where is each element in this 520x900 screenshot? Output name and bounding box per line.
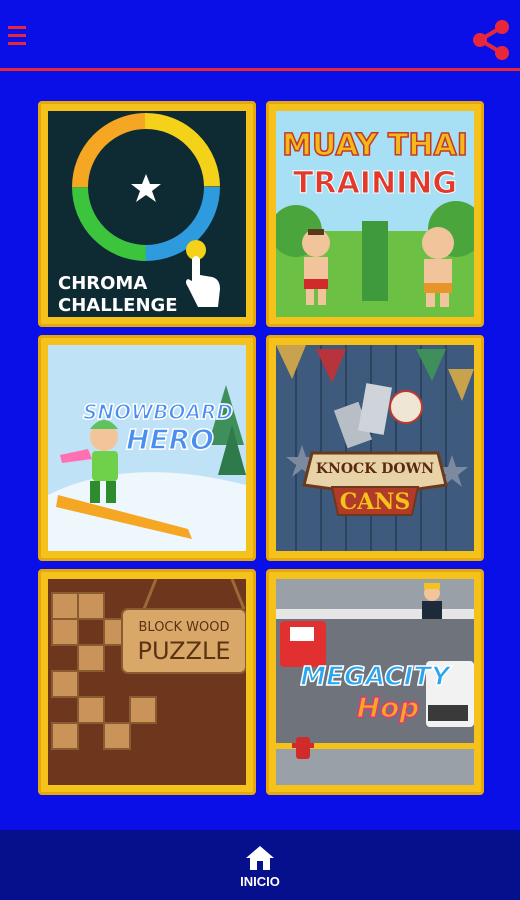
game-title-line2: HERO [126, 423, 214, 456]
game-thumbnail: MEGACITY Hop [276, 579, 474, 785]
game-thumbnail: CHROMA CHALLENGE [48, 111, 246, 317]
nav-home-button[interactable]: INICIO [210, 840, 310, 896]
game-title-line1: MEGACITY [300, 662, 453, 692]
nav-home-label: INICIO [240, 874, 280, 889]
game-tile-chroma-challenge[interactable]: CHROMA CHALLENGE [38, 101, 256, 327]
game-thumbnail: MUAY THAI TRAINING [276, 111, 474, 317]
status-bar [0, 0, 520, 8]
game-tile-block-wood-puzzle[interactable]: BLOCK WOOD PUZZLE [38, 569, 256, 795]
game-thumbnail: BLOCK WOOD PUZZLE [48, 579, 246, 785]
game-thumbnail: KNOCK DOWN CANS [276, 345, 474, 551]
game-title-line1: CHROMA [58, 273, 147, 294]
game-title-line2: CHALLENGE [58, 295, 178, 316]
game-title-line2: CANS [340, 489, 411, 515]
game-title-line2: TRAINING [293, 166, 457, 201]
game-title-line2: Hop [357, 691, 420, 724]
game-title-line1: KNOCK DOWN [316, 461, 434, 477]
hamburger-menu-icon[interactable] [8, 26, 30, 48]
game-tile-megacity-hop[interactable]: MEGACITY Hop [266, 569, 484, 795]
game-title-line1: MUAY THAI [282, 128, 468, 163]
bottom-navigation: INICIO [0, 830, 520, 900]
header-divider [0, 68, 520, 71]
top-app-bar [0, 8, 520, 68]
game-thumbnail: SNOWBOARD HERO [48, 345, 246, 551]
share-icon[interactable] [468, 18, 512, 62]
game-title-line2: PUZZLE [137, 637, 230, 665]
game-title-line1: BLOCK WOOD [139, 620, 230, 635]
game-tile-muay-thai-training[interactable]: MUAY THAI TRAINING [266, 101, 484, 327]
game-tile-knock-down-cans[interactable]: KNOCK DOWN CANS [266, 335, 484, 561]
home-icon [246, 846, 274, 870]
game-tile-snowboard-hero[interactable]: SNOWBOARD HERO [38, 335, 256, 561]
